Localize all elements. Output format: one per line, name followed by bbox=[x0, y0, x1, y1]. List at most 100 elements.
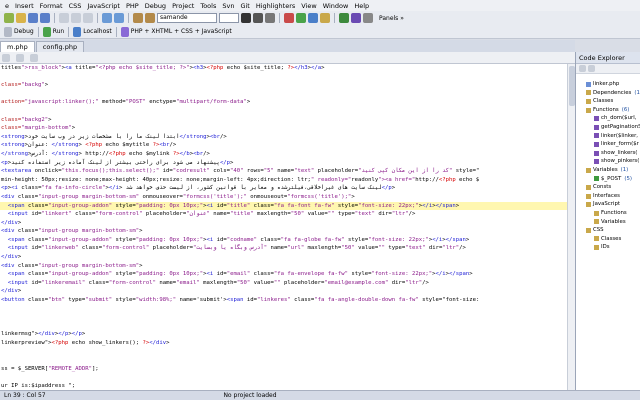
debug-button[interactable]: Debug bbox=[14, 28, 34, 35]
code-line: <span class="input-group-addon" style="p… bbox=[0, 201, 575, 211]
tree-node-icon bbox=[586, 98, 591, 104]
tree-item[interactable]: ch_dom($url, bbox=[576, 114, 640, 123]
code-line: ur IP is:$ipaddress "; bbox=[1, 382, 76, 389]
tree-item[interactable]: Classes bbox=[576, 97, 640, 106]
tree-item[interactable]: Functions bbox=[576, 209, 640, 218]
copy-icon[interactable] bbox=[71, 13, 81, 23]
italic-icon[interactable] bbox=[253, 13, 263, 23]
menu-item[interactable]: Format bbox=[37, 2, 66, 10]
paste-icon[interactable] bbox=[83, 13, 93, 23]
menu-item[interactable]: Tools bbox=[197, 2, 219, 10]
image-icon[interactable] bbox=[320, 13, 330, 23]
underline-icon[interactable] bbox=[265, 13, 275, 23]
menu-item[interactable]: JavaScript bbox=[84, 2, 123, 10]
menu-item[interactable]: Debug bbox=[142, 2, 169, 10]
find-icon[interactable] bbox=[133, 13, 143, 23]
toolbar-separator bbox=[68, 26, 70, 37]
menu-item[interactable]: Project bbox=[169, 2, 197, 10]
settings-icon[interactable] bbox=[363, 13, 373, 23]
highlight-icon[interactable] bbox=[296, 13, 306, 23]
tree-item[interactable]: show_pinkers( bbox=[576, 157, 640, 166]
tree-node-icon bbox=[586, 202, 591, 208]
sort-icon[interactable] bbox=[579, 65, 586, 72]
tree-item-label: Dependencies bbox=[593, 89, 632, 96]
save-icon[interactable] bbox=[28, 13, 38, 23]
bold-icon[interactable] bbox=[241, 13, 251, 23]
menu-item[interactable]: Git bbox=[237, 2, 252, 10]
project-status: No project loaded bbox=[223, 392, 277, 399]
code-line: <p><i class="fa fa-info-circle"></i> لین… bbox=[1, 185, 396, 192]
wrap-icon[interactable] bbox=[30, 53, 38, 62]
panels-button[interactable]: Panels » bbox=[379, 15, 404, 22]
mode-icon bbox=[120, 26, 129, 37]
bookmark-icon[interactable] bbox=[2, 53, 10, 62]
tree-item[interactable]: show_linkers( bbox=[576, 149, 640, 158]
tree-item[interactable]: getPaginationS bbox=[576, 123, 640, 132]
tab[interactable]: m.php bbox=[0, 41, 35, 52]
redo-icon[interactable] bbox=[114, 13, 124, 23]
link-icon[interactable] bbox=[308, 13, 318, 23]
run-icon[interactable] bbox=[42, 26, 51, 37]
refresh-icon[interactable] bbox=[588, 65, 595, 72]
code-line: <button class="btn" type="submit" style=… bbox=[1, 297, 480, 304]
tree-item-label: Functions bbox=[593, 106, 619, 113]
debug-icon[interactable] bbox=[4, 26, 12, 37]
localhost-button[interactable]: Localhost bbox=[83, 28, 112, 35]
menu-item[interactable]: Highlighters bbox=[253, 2, 298, 10]
code-line: class="backg2"> bbox=[1, 116, 52, 123]
code-explorer-panel: Code Explorer linker.phpDependencies(1)C… bbox=[575, 52, 640, 390]
toolbar-separator bbox=[128, 13, 129, 23]
tree-item[interactable]: IDs bbox=[576, 243, 640, 252]
tree-node-icon bbox=[594, 150, 599, 156]
tree-item[interactable]: Dependencies(1) bbox=[576, 89, 640, 98]
cut-icon[interactable] bbox=[59, 13, 69, 23]
new-file-icon[interactable] bbox=[4, 13, 14, 23]
code-line: ss = $_SERVER["REMOTE_ADDR"]; bbox=[1, 365, 99, 372]
validate-icon[interactable] bbox=[351, 13, 361, 23]
font-combo[interactable]: samande bbox=[157, 13, 217, 23]
tree-item[interactable]: Variables bbox=[576, 218, 640, 227]
tree-item[interactable]: Classes bbox=[576, 235, 640, 244]
menu-item[interactable]: e bbox=[2, 2, 12, 10]
code-line: <strong>عنوان: </strong> <?php echo $myt… bbox=[1, 142, 177, 149]
run-toolbar: Debug Run Localhost PHP + XHTML + CSS + … bbox=[0, 25, 640, 39]
browser-preview-icon[interactable] bbox=[339, 13, 349, 23]
menu-item[interactable]: Help bbox=[351, 2, 372, 10]
tree-item[interactable]: linker($linker, bbox=[576, 132, 640, 141]
language-mode-selector[interactable]: PHP + XHTML + CSS + JavaScript bbox=[131, 28, 232, 35]
tree-item[interactable]: Interfaces bbox=[576, 192, 640, 201]
tree-item[interactable]: Variables (1) bbox=[576, 166, 640, 175]
tree-item[interactable]: $_POST (5) bbox=[576, 175, 640, 184]
color-icon[interactable] bbox=[284, 13, 294, 23]
undo-icon[interactable] bbox=[102, 13, 112, 23]
tree-item[interactable]: CSS bbox=[576, 226, 640, 235]
tree-item[interactable]: Consts bbox=[576, 183, 640, 192]
open-folder-icon[interactable] bbox=[16, 13, 26, 23]
code-explorer-tree: linker.phpDependencies(1)ClassesFunction… bbox=[576, 74, 640, 252]
toolbar-separator bbox=[115, 26, 117, 37]
tree-item[interactable]: Functions (6) bbox=[576, 106, 640, 115]
fold-icon[interactable] bbox=[16, 53, 24, 62]
menu-item[interactable]: CSS bbox=[66, 2, 85, 10]
tree-item[interactable]: linker.php bbox=[576, 80, 640, 89]
menu-item[interactable]: View bbox=[298, 2, 319, 10]
editor-scrollbar[interactable] bbox=[567, 64, 575, 390]
tree-item[interactable]: linker_form($r bbox=[576, 140, 640, 149]
run-button[interactable]: Run bbox=[53, 28, 65, 35]
replace-icon[interactable] bbox=[145, 13, 155, 23]
toolbar-separator bbox=[279, 13, 280, 23]
localhost-icon[interactable] bbox=[73, 26, 82, 37]
tab[interactable]: config.php bbox=[35, 41, 85, 52]
tree-item-count: (1) bbox=[620, 166, 629, 173]
menu-item[interactable]: Window bbox=[320, 2, 352, 10]
menu-item[interactable]: Insert bbox=[12, 2, 37, 10]
code-line: <span class="input-group-addon" style="p… bbox=[7, 236, 470, 243]
tree-item-label: show_linkers( bbox=[601, 149, 638, 156]
tree-item[interactable]: JavaScript bbox=[576, 200, 640, 209]
font-size-combo[interactable] bbox=[219, 13, 239, 23]
menu-item[interactable]: Svn bbox=[219, 2, 237, 10]
save-all-icon[interactable] bbox=[40, 13, 50, 23]
menu-item[interactable]: PHP bbox=[123, 2, 142, 10]
code-editor[interactable]: titles">rss_block"><a title="<?php echo … bbox=[0, 64, 575, 390]
tree-item-label: JavaScript bbox=[593, 201, 621, 208]
